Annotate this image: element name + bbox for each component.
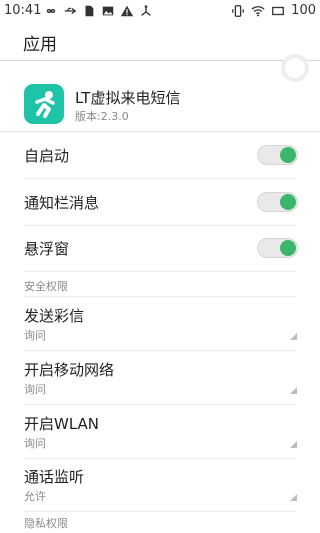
dropdown-corner-icon [290,333,297,340]
toggle-row-notification[interactable]: 通知栏消息 [0,179,320,225]
permission-value: 询问 [24,383,46,396]
floating-window-switch[interactable] [257,238,298,258]
battery-level: 100 [291,3,316,18]
toggle-label: 通知栏消息 [24,194,100,212]
vibrate-icon [232,4,245,17]
permission-label: 开启WLAN [24,415,100,433]
switch-knob [280,147,296,163]
permission-label: 通话监听 [24,468,85,486]
loading-indicator [281,54,309,82]
app-info: LT虚拟来电短信 版本:2.3.0 [0,72,320,130]
toggle-label: 自启动 [24,147,70,165]
dropdown-corner-icon [290,387,297,394]
toggle-label: 悬浮窗 [24,240,70,258]
sim-card-icon [85,5,94,17]
warning-icon [120,5,134,17]
status-bar: 10:41 100 [0,0,320,22]
permission-value: 允许 [24,490,46,503]
section-title-privacy: 隐私权限 [24,517,68,530]
permission-label: 开启移动网络 [24,361,115,379]
toggle-row-floating-window[interactable]: 悬浮窗 [0,225,320,271]
status-time: 10:41 [4,3,42,18]
toggle-row-autostart[interactable]: 自启动 [0,132,320,178]
permission-value: 询问 [24,437,46,450]
dropdown-corner-icon [290,494,297,501]
app-icon [24,84,64,124]
image-icon [102,6,114,16]
permission-label: 发送彩信 [24,307,85,325]
permission-row-send-mms[interactable]: 发送彩信 询问 [0,297,320,350]
page-title: 应用 [23,35,57,55]
switch-knob [280,194,296,210]
section-title-security: 安全权限 [24,280,68,293]
page-header: 应用 [0,22,320,60]
header-divider [0,60,320,61]
switch-knob [280,240,296,256]
screen-icon [272,6,285,15]
usb-icon [64,7,77,15]
permission-row-call-monitor[interactable]: 通话监听 允许 [0,458,320,511]
system-icons: 100 [231,3,316,18]
app-name: LT虚拟来电短信 [75,89,181,107]
network-share-icon [141,5,151,16]
permission-row-mobile-network[interactable]: 开启移动网络 询问 [0,351,320,404]
permission-value: 询问 [24,329,46,342]
dropdown-corner-icon [290,441,297,448]
row-divider [24,511,296,512]
running-person-icon [35,91,55,118]
wifi-icon [251,5,265,16]
row-divider [24,271,296,272]
notification-switch[interactable] [257,192,298,212]
notification-icons [44,4,153,18]
app-version: 版本:2.3.0 [75,110,129,123]
infinity-icon [46,8,56,14]
permission-row-wlan[interactable]: 开启WLAN 询问 [0,405,320,458]
autostart-switch[interactable] [257,145,298,165]
